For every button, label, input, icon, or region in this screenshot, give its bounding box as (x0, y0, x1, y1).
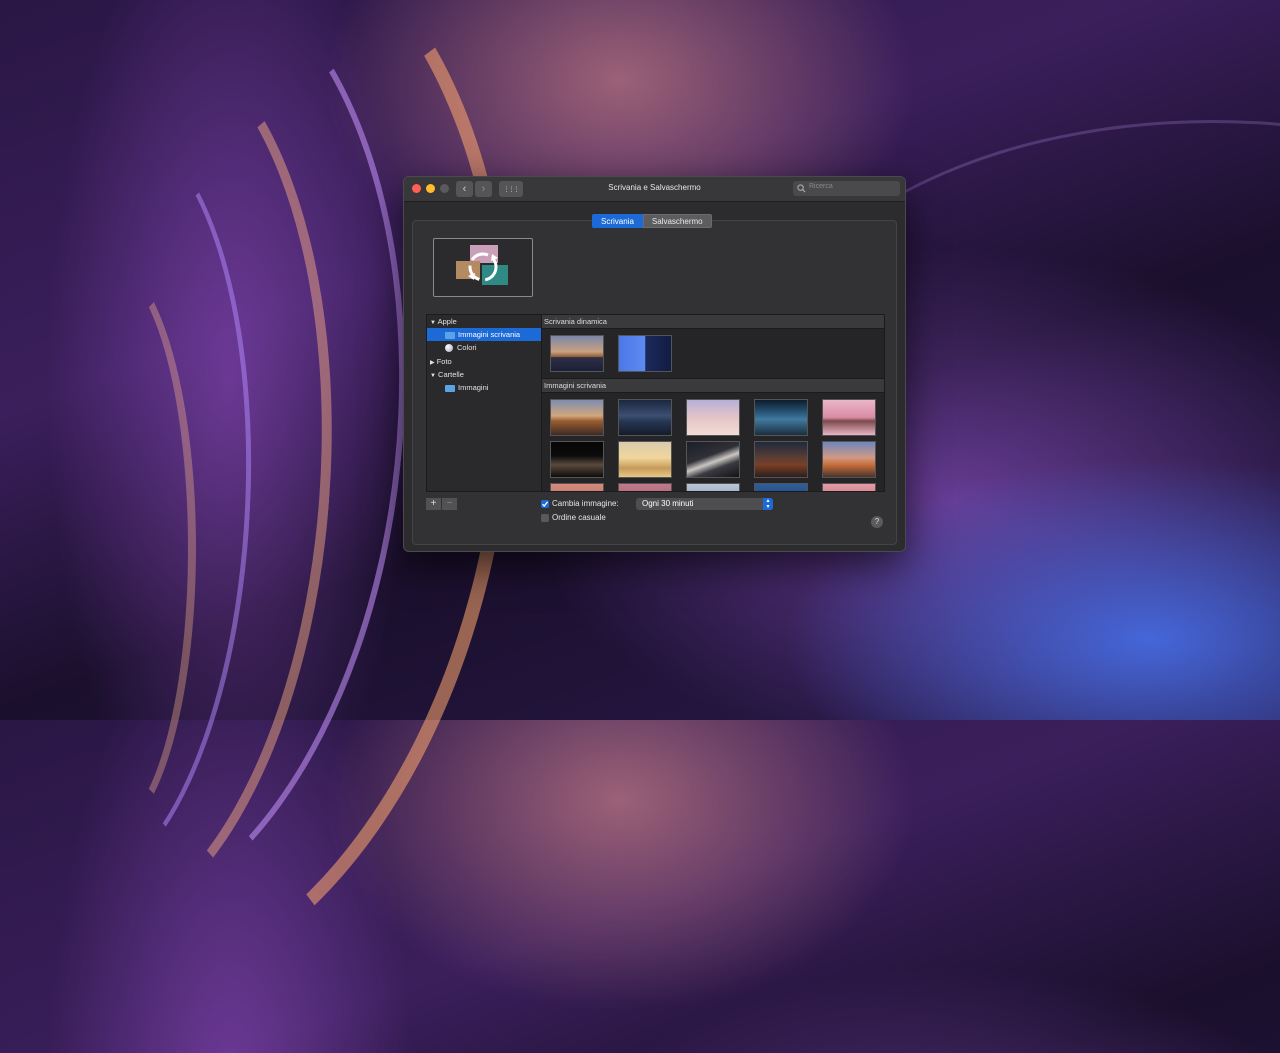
search-placeholder: Ricerca (809, 183, 833, 190)
sidebar-item-immagini-scrivania[interactable]: Immagini scrivania (427, 328, 541, 341)
change-picture-checkbox[interactable] (541, 500, 549, 508)
wallpaper-thumbnail[interactable] (754, 399, 808, 436)
sidebar-item-foto[interactable]: ▶ Foto (427, 355, 541, 368)
search-field[interactable]: Ricerca (793, 181, 900, 196)
wallpaper-thumbnail[interactable] (550, 441, 604, 478)
disclosure-down-icon[interactable]: ▼ (427, 373, 436, 379)
remove-folder-button[interactable]: − (442, 498, 457, 510)
wallpaper-thumbnail[interactable] (550, 483, 604, 491)
disclosure-right-icon[interactable]: ▶ (427, 360, 435, 366)
popup-arrows-icon: ▴ ▾ (763, 498, 773, 510)
sidebar-item-immagini[interactable]: Immagini (427, 381, 541, 394)
wallpaper-thumbnail[interactable] (618, 399, 672, 436)
wallpaper-thumbnail[interactable] (618, 441, 672, 478)
sidebar-item-label: Cartelle (438, 370, 464, 379)
interval-popup[interactable]: Ogni 30 minuti ▴ ▾ (636, 498, 773, 510)
wallpaper-thumbnail[interactable] (754, 483, 808, 491)
preferences-window: ‹ › ⋮⋮⋮ Scrivania e Salvaschermo Ricerca… (403, 176, 906, 552)
section-header-desktop: Immagini scrivania (542, 378, 884, 393)
search-icon (797, 184, 806, 193)
interval-value: Ogni 30 minuti (642, 499, 694, 508)
rotating-pictures-icon (456, 245, 508, 285)
add-folder-button[interactable]: + (426, 498, 441, 510)
disclosure-down-icon[interactable]: ▼ (427, 320, 436, 326)
sidebar-item-label: Colori (457, 343, 477, 352)
sidebar-item-label: Apple (437, 317, 457, 326)
help-button[interactable]: ? (871, 516, 883, 528)
title-bar: ‹ › ⋮⋮⋮ Scrivania e Salvaschermo Ricerca (404, 177, 905, 202)
wallpaper-thumbnail[interactable] (822, 441, 876, 478)
picture-gallery: Scrivania dinamica Immagini scrivania (541, 314, 885, 492)
wallpaper-thumbnail[interactable] (686, 483, 740, 491)
wallpaper-thumbnail[interactable] (822, 483, 876, 491)
folder-icon (445, 384, 455, 392)
folder-icon (445, 331, 455, 339)
random-order-label: Ordine casuale (552, 513, 606, 522)
wallpaper-thumbnail[interactable] (618, 483, 672, 491)
change-picture-label: Cambia immagine: (552, 499, 619, 508)
wallpaper-thumbnail[interactable] (686, 399, 740, 436)
tab-bar: Scrivania Salvaschermo (592, 214, 712, 228)
sidebar-item-label: Immagini scrivania (458, 330, 521, 339)
sidebar-item-apple[interactable]: ▼ Apple (427, 315, 541, 328)
tab-salvaschermo[interactable]: Salvaschermo (642, 214, 712, 228)
sidebar-item-label: Immagini (458, 383, 489, 392)
tab-scrivania[interactable]: Scrivania (592, 214, 643, 228)
random-order-checkbox[interactable] (541, 514, 549, 522)
wallpaper-thumbnail[interactable] (550, 335, 604, 372)
sidebar-item-cartelle[interactable]: ▼ Cartelle (427, 368, 541, 381)
wallpaper-thumbnail[interactable] (822, 399, 876, 436)
sidebar-item-colori[interactable]: Colori (427, 341, 541, 354)
current-desktop-preview (433, 238, 533, 297)
source-list: ▼ Apple Immagini scrivania Colori ▶ Foto… (426, 314, 542, 492)
color-wheel-icon (445, 344, 453, 353)
wallpaper-thumbnail[interactable] (618, 335, 672, 372)
sidebar-item-label: Foto (436, 357, 452, 366)
checkmark-icon (542, 501, 549, 507)
wallpaper-thumbnail[interactable] (550, 399, 604, 436)
wallpaper-thumbnail[interactable] (686, 441, 740, 478)
wallpaper-thumbnail[interactable] (754, 441, 808, 478)
section-header-dynamic: Scrivania dinamica (542, 315, 884, 329)
